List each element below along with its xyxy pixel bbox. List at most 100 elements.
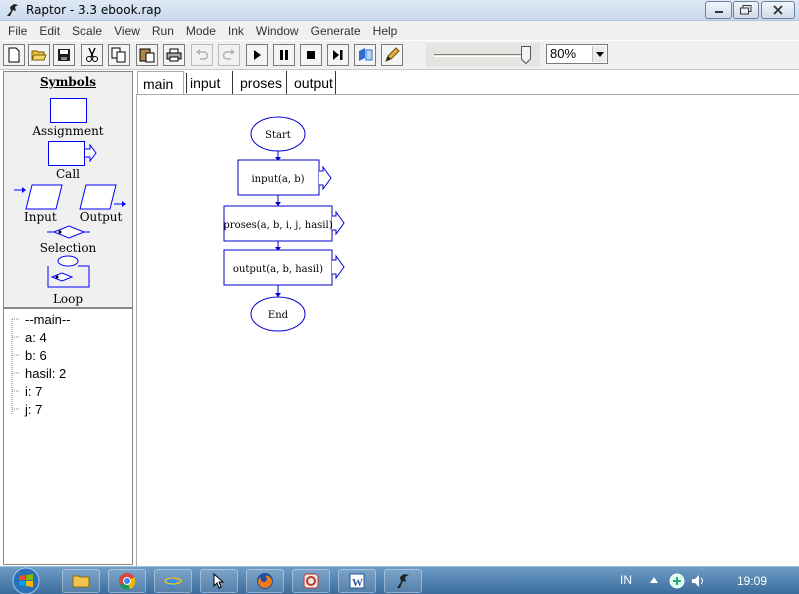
taskbar-raptor[interactable] (384, 569, 422, 593)
taskbar-pointer-app[interactable] (200, 569, 238, 593)
variable-item[interactable]: a: 4 (25, 330, 47, 345)
raptor-icon (397, 574, 409, 588)
taskbar-explorer[interactable] (62, 569, 100, 593)
minimize-icon (714, 11, 723, 13)
call-arrow-icon (332, 254, 345, 280)
pointer-icon (213, 572, 225, 589)
undo-button[interactable] (191, 44, 213, 66)
flowchart-canvas[interactable]: Start input(a, b) proses(a, b, i, j, has… (136, 94, 799, 566)
menu-generate[interactable]: Generate (305, 24, 367, 38)
start-label: Start (265, 130, 291, 141)
folder-open-icon (31, 50, 47, 61)
tab-input[interactable]: input (185, 71, 233, 95)
variables-root[interactable]: --main-- (25, 312, 71, 327)
play-icon (254, 50, 261, 60)
redo-icon (222, 49, 235, 60)
output-label: Output (79, 210, 123, 224)
save-button[interactable] (53, 44, 75, 66)
assignment-symbol[interactable] (50, 98, 88, 124)
volume-icon[interactable] (690, 573, 706, 589)
menu-ink[interactable]: Ink (222, 24, 250, 38)
windows-start-icon[interactable] (4, 567, 44, 594)
menu-edit[interactable]: Edit (33, 24, 66, 38)
open-file-button[interactable] (28, 44, 50, 66)
cut-button[interactable] (81, 44, 103, 66)
taskbar-chrome[interactable] (108, 569, 146, 593)
copy-icon (111, 47, 126, 63)
zoom-select[interactable]: 80% (546, 44, 608, 64)
title-bar: Raptor - 3.3 ebook.rap (0, 0, 799, 21)
speed-slider-track (434, 54, 524, 57)
toolbar: 80% (0, 40, 799, 70)
redo-button[interactable] (218, 44, 240, 66)
taskbar-word[interactable]: W (338, 569, 376, 593)
call-arrow-icon (332, 210, 345, 236)
stop-button[interactable] (300, 44, 322, 66)
undo-icon (196, 49, 209, 60)
loop-symbol[interactable] (44, 255, 92, 289)
run-button[interactable] (246, 44, 268, 66)
clock[interactable]: 19:09 (737, 574, 767, 588)
input-label: Input (24, 210, 57, 224)
new-file-button[interactable] (3, 44, 25, 66)
variable-item[interactable]: i: 7 (25, 384, 42, 399)
printer-icon (166, 48, 182, 62)
scissors-icon (86, 47, 98, 62)
restore-icon (740, 5, 752, 15)
svg-text:W: W (352, 577, 363, 589)
raptor-app-icon (7, 4, 18, 16)
tree-lines (11, 318, 20, 415)
menu-scale[interactable]: Scale (66, 24, 108, 38)
copy-button[interactable] (108, 44, 130, 66)
pause-button[interactable] (273, 44, 295, 66)
restore-button[interactable] (733, 1, 759, 19)
save-icon (58, 49, 70, 61)
speed-slider-thumb[interactable] (521, 46, 531, 64)
input-symbol[interactable] (12, 184, 64, 210)
call-arrow-icon (319, 165, 332, 191)
step-button[interactable] (327, 44, 349, 66)
paste-icon (139, 48, 155, 63)
taskbar-firefox[interactable] (246, 569, 284, 593)
chrome-icon (119, 573, 136, 590)
language-indicator[interactable]: IN (620, 573, 632, 587)
close-icon (773, 5, 783, 15)
menu-run[interactable]: Run (146, 24, 180, 38)
menu-mode[interactable]: Mode (180, 24, 222, 38)
menu-file[interactable]: File (2, 24, 33, 38)
taskbar-app-red[interactable] (292, 569, 330, 593)
tab-proses[interactable]: proses (235, 71, 287, 95)
call-symbol[interactable] (48, 141, 98, 167)
tray-expand-icon[interactable] (650, 577, 658, 583)
pause-icon (280, 50, 288, 60)
tab-main[interactable]: main (137, 71, 184, 96)
variable-item[interactable]: j: 7 (25, 402, 42, 417)
close-button[interactable] (761, 1, 795, 19)
menu-help[interactable]: Help (367, 24, 404, 38)
selection-symbol[interactable] (44, 225, 94, 239)
network-icon[interactable] (668, 572, 686, 590)
zoom-dropdown-arrow[interactable] (592, 46, 606, 62)
computer-icon (359, 48, 373, 61)
ink-pen-button[interactable] (381, 44, 403, 66)
menu-window[interactable]: Window (250, 24, 305, 38)
paste-button[interactable] (136, 44, 158, 66)
server-mode-button[interactable] (354, 44, 376, 66)
assignment-label: Assignment (32, 124, 104, 138)
menu-view[interactable]: View (108, 24, 146, 38)
output-symbol[interactable] (78, 184, 128, 210)
taskbar-ie[interactable]: e (154, 569, 192, 593)
connector-arrow (275, 202, 281, 206)
speed-slider[interactable] (426, 43, 540, 67)
tab-output[interactable]: output (289, 71, 336, 95)
minimize-button[interactable] (705, 1, 732, 19)
connector-arrow (275, 293, 281, 297)
symbols-title: Symbols (39, 75, 97, 89)
zoom-value: 80% (550, 46, 577, 61)
stop-icon (307, 51, 315, 59)
print-button[interactable] (163, 44, 185, 66)
variable-item[interactable]: hasil: 2 (25, 366, 66, 381)
variable-item[interactable]: b: 6 (25, 348, 47, 363)
taskbar: e W IN 19:09 (0, 566, 799, 594)
end-label: End (268, 310, 289, 321)
